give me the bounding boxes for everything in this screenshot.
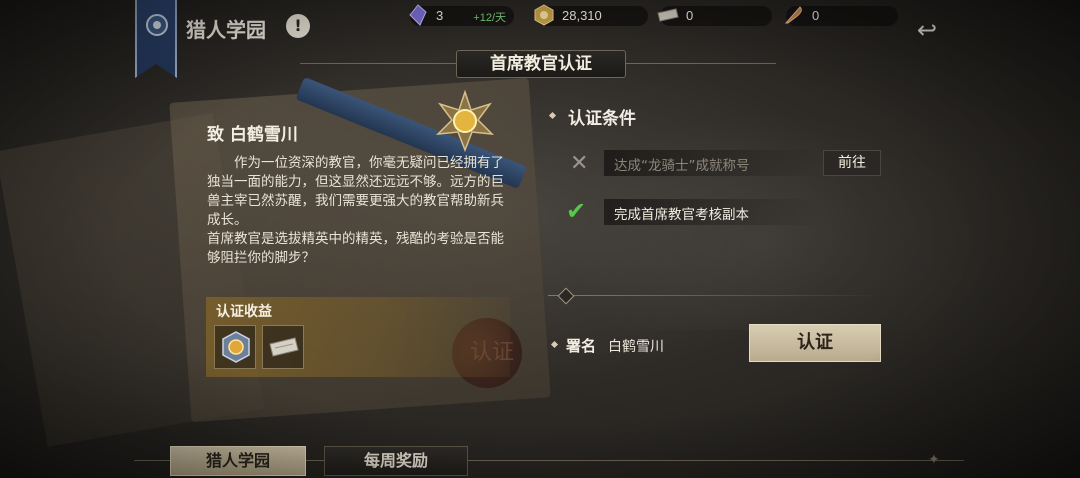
tab-label: 猎人学园: [205, 451, 270, 470]
benefits-panel: 认证收益: [206, 297, 510, 377]
condition-text-1: 达成“龙骑士”成就称号: [614, 158, 750, 174]
feather-icon: [784, 6, 802, 24]
crystal-icon: [409, 4, 427, 26]
certify-button[interactable]: 认证: [749, 324, 881, 362]
resource-gold[interactable]: 28,310: [534, 4, 648, 26]
condition-text-2: 完成首席教官考核副本: [614, 207, 749, 223]
badge-medal-icon: [222, 331, 250, 363]
academy-emblem-icon: [146, 14, 168, 36]
complete-check-icon: ✔: [566, 197, 587, 225]
section-title: 首席教官认证: [490, 54, 592, 74]
signature-name: 白鹤雪川: [608, 339, 664, 355]
goto-button[interactable]: 前往: [823, 150, 881, 176]
info-icon[interactable]: !: [286, 14, 310, 38]
feather-count: 0: [812, 8, 820, 23]
certify-button-label: 认证: [797, 332, 833, 353]
header-line-left: [300, 63, 456, 64]
benefits-title: 认证收益: [216, 304, 272, 320]
conditions-title: 认证条件: [568, 109, 636, 129]
benefit-item-ticket[interactable]: [262, 325, 304, 369]
condition-row-1: 达成“龙骑士”成就称号: [604, 150, 824, 176]
resource-feather[interactable]: 0: [784, 6, 898, 26]
incomplete-x-icon: ✕: [570, 151, 589, 176]
ticket-icon: [657, 8, 679, 22]
bullet-icon: [548, 111, 557, 120]
back-button[interactable]: ↩: [912, 16, 942, 44]
ticket-count: 0: [686, 8, 694, 23]
letter-paragraph-2: 首席教官是选拔精英中的精英，残酷的考验是否能够阻拦你的脚步？: [207, 231, 504, 266]
medal-seal-icon: [435, 90, 495, 152]
header-line-right: [626, 63, 776, 64]
divider: [548, 295, 888, 296]
letter-recipient: 致 白鹤雪川: [207, 125, 298, 145]
divider-ornament: [557, 287, 575, 305]
gold-count: 28,310: [562, 8, 602, 23]
tab-weekly-rewards[interactable]: 每周奖励: [324, 446, 468, 476]
gold-coin-icon: [534, 4, 554, 26]
tab-bar-ornament-icon: ✦: [928, 452, 940, 468]
academy-banner: [135, 0, 177, 78]
page-title: 猎人学园: [186, 18, 266, 42]
ticket-icon: [269, 337, 299, 357]
letter-body: 作为一位资深的教官，你毫无疑问已经拥有了独当一面的能力，但这显然还远远不够。远方…: [207, 154, 507, 268]
crystal-rate: +12/天: [473, 12, 506, 24]
benefit-item-badge[interactable]: [214, 325, 256, 369]
condition-row-2: 完成首席教官考核副本: [604, 199, 824, 225]
bullet-icon: [550, 340, 559, 349]
crystal-count: 3: [436, 8, 444, 23]
section-header: 首席教官认证: [456, 50, 626, 78]
letter-paragraph-1: 作为一位资深的教官，你毫无疑问已经拥有了独当一面的能力，但这显然还远远不够。远方…: [207, 155, 504, 228]
signature-label: 署名: [566, 337, 597, 355]
tab-hunter-academy[interactable]: 猎人学园: [170, 446, 306, 476]
resource-ticket[interactable]: 0: [657, 6, 772, 26]
tab-label: 每周奖励: [363, 451, 428, 470]
resource-crystal[interactable]: 3 +12/天: [409, 4, 514, 26]
